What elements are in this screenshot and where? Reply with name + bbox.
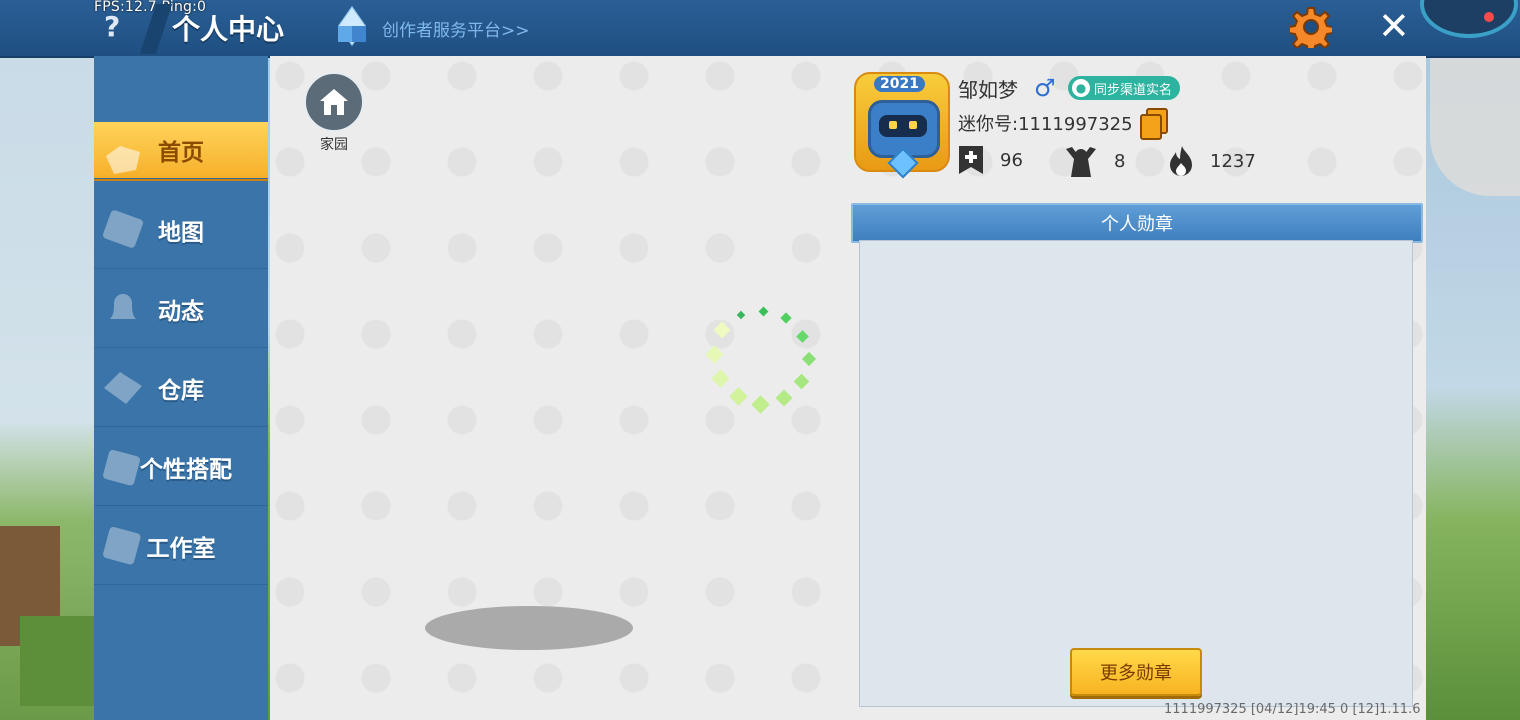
home-label: 家园 (320, 137, 348, 153)
sidebar-item-label: 个性搭配 (140, 457, 232, 483)
add-friend-icon (959, 146, 983, 174)
gear-icon (1288, 7, 1334, 53)
stat-value: 96 (1000, 149, 1023, 171)
sidebar-item-studio[interactable]: 工作室 (94, 508, 268, 585)
spinner-dot (793, 373, 810, 390)
creator-link-text: 创作者服务平台>> (382, 20, 530, 41)
player-name: 邹如梦 (958, 78, 1018, 102)
verified-user-icon: ● (1072, 79, 1090, 97)
stat-fans[interactable]: 8 (1064, 145, 1125, 177)
close-button[interactable]: ✕ (1378, 4, 1410, 48)
avatar-year: 2021 (874, 76, 925, 92)
scenery-blob (1430, 56, 1520, 196)
cube-icon (336, 6, 368, 46)
spinner-dot (801, 351, 817, 367)
spinner-dot (713, 321, 731, 339)
page-title: 个人中心 (172, 13, 285, 46)
spinner-dot (796, 330, 809, 343)
stat-popularity[interactable]: 1237 (1168, 145, 1256, 177)
stat-friends[interactable]: 96 (958, 145, 1023, 175)
sidebar-item-label: 动态 (158, 299, 204, 325)
sidebar-item-label: 地图 (158, 220, 204, 246)
spinner-dot (705, 345, 724, 364)
mini-id: 迷你号:1111997325 (958, 114, 1133, 135)
footer-info: 1111997325 [04/12]19:45 0 [12]1.11.6 (1164, 702, 1421, 717)
fire-icon (1170, 146, 1192, 176)
realname-badge[interactable]: ● 同步渠道实名 (1068, 76, 1181, 100)
sidebar-item-feed[interactable]: 动态 (94, 271, 268, 348)
sidebar-item-label: 工作室 (146, 536, 216, 562)
more-medals-button[interactable]: 更多勋章 (1070, 648, 1202, 696)
spinner-dot (758, 306, 769, 317)
home-icon-circle (304, 72, 364, 132)
help-icon: ? (104, 10, 121, 43)
stat-value: 8 (1114, 150, 1126, 172)
close-icon: ✕ (1378, 4, 1410, 48)
fans-icon (1066, 147, 1096, 177)
copy-id-button[interactable] (1140, 108, 1168, 140)
male-gender-icon: ♂ (1034, 74, 1056, 102)
settings-button[interactable] (1288, 6, 1334, 53)
sidebar-item-map[interactable]: 地图 (94, 192, 268, 269)
background-scenery-left (0, 56, 95, 720)
stat-value: 1237 (1210, 150, 1256, 172)
background-scenery-right (1425, 56, 1520, 720)
scenery-block (20, 616, 95, 706)
spinner-dot (729, 387, 748, 406)
loading-spinner (705, 306, 817, 416)
spinner-dot (775, 389, 793, 407)
help-button[interactable]: ? (104, 10, 120, 43)
sidebar-item-label: 首页 (158, 140, 204, 166)
map-icon (103, 210, 143, 248)
sidebar-item-warehouse[interactable]: 仓库 (94, 350, 268, 427)
spinner-dot (751, 395, 770, 414)
sidebar: 首页 地图 动态 仓库 个性搭配 工作室 (94, 56, 268, 720)
spinner-dot (711, 369, 730, 388)
sidebar-item-label: 仓库 (158, 378, 204, 404)
medal-panel (859, 240, 1413, 707)
creator-platform-link[interactable]: 创作者服务平台>> (336, 6, 530, 46)
notification-dot (1484, 12, 1494, 22)
sidebar-item-outfit[interactable]: 个性搭配 (94, 429, 268, 506)
studio-icon (103, 527, 141, 565)
copy-icon-front (1140, 114, 1162, 140)
home-button[interactable]: 家园 (304, 72, 364, 153)
medal-panel-header: 个人勋章 (851, 203, 1423, 243)
box-icon (104, 372, 142, 404)
realname-text: 同步渠道实名 (1094, 82, 1173, 98)
profile-avatar[interactable]: 2021 (854, 72, 950, 179)
house-icon (320, 89, 348, 115)
top-bar: FPS:12.7 Ping:0 ? 个人中心 创作者服务平台>> ✕ (0, 0, 1520, 58)
spinner-dot (736, 310, 746, 320)
character-shadow (425, 606, 633, 650)
corner-avatar[interactable] (1420, 0, 1518, 38)
spinner-dot (780, 312, 792, 324)
hand-icon (106, 146, 140, 174)
sidebar-item-home[interactable]: 首页 (94, 122, 268, 179)
bell-icon (110, 294, 136, 319)
